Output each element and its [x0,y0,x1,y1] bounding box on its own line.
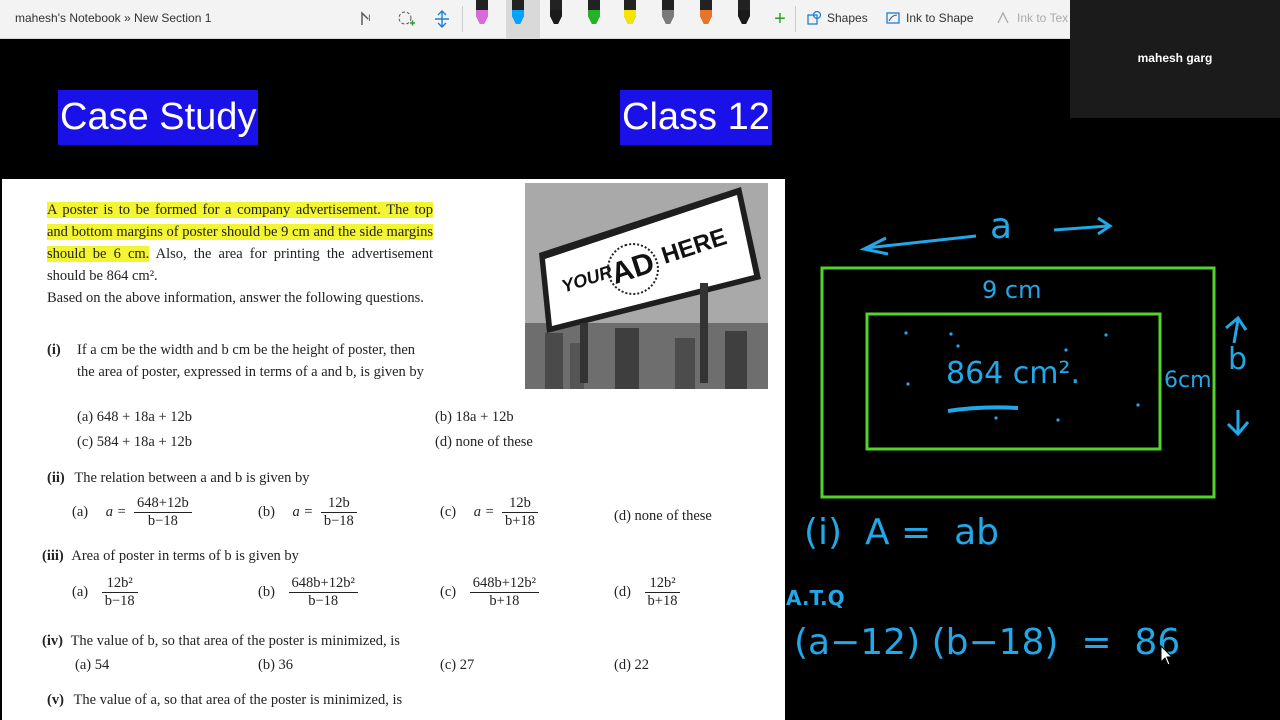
q2-c-lhs: a = [473,503,495,520]
ink-to-shape-label: Ink to Shape [906,11,974,25]
ink-to-text-label: Ink to Tex [1017,11,1069,25]
question-3: (iii) Area of poster in terms of b is gi… [42,545,299,567]
ink-line-1: (i) A = ab [804,512,1000,553]
question-4: (iv) The value of b, so that area of the… [42,630,400,652]
q4-option-c: (c) 27 [440,657,475,673]
question-page: A poster is to be formed for a company a… [2,179,785,720]
q3-a-denominator: b−18 [104,593,135,609]
pen-tool-5[interactable] [624,0,636,24]
svg-text:I: I [368,14,371,24]
q1-text: If a cm be the width and b cm be the hei… [77,342,424,380]
shapes-label: Shapes [827,11,868,25]
q2-c-numerator: 12b [502,495,538,513]
q1-option-c: (c) 584 + 18a + 12b [77,434,193,450]
ink-top-margin: 9 cm [982,276,1042,304]
q2-option-a: (a) a = 648+12b b−18 [72,495,192,530]
ink-a-label: a [990,206,1013,247]
problem-statement: A poster is to be formed for a company a… [47,199,433,287]
breadcrumb[interactable]: mahesh's Notebook » New Section 1 [15,11,211,25]
lasso-add-icon[interactable] [394,6,418,32]
q5-text: The value of a, so that area of the post… [73,692,403,708]
q2-option-b: (b) a = 12b b−18 [258,495,357,530]
shapes-icon [807,10,822,25]
ink-to-text-button[interactable]: Ink to Tex [996,10,1068,26]
q4-option-a: (a) 54 [75,657,110,673]
q2-a-numerator: 648+12b [134,495,192,513]
billboard-image: YOUR AD HERE [525,183,768,389]
ink-atq: A.T.Q [786,586,845,610]
ink-area: 864 cm². [946,356,1081,391]
pen-tool-6[interactable] [662,0,674,24]
q3-option-a: (a) 12b² b−18 [72,575,138,610]
ink-to-text-icon [997,11,1009,24]
pen-tool-3[interactable] [550,0,562,24]
q3-b-numerator: 648b+12b² [288,575,358,593]
q4-option-d: (d) 22 [614,657,650,673]
q1-number: (i) [47,342,61,358]
q2-b-numerator: 12b [320,495,357,513]
question-2: (ii) The relation between a and b is giv… [47,467,310,489]
q3-number: (iii) [42,548,64,564]
q3-d-denominator: b+18 [647,593,678,609]
q2-a-label: (a) [72,503,89,520]
pen-tool-4[interactable] [588,0,600,24]
ink-canvas[interactable]: a 9 cm 864 cm². 6cm b (i) A = ab A.T.Q (… [786,118,1280,720]
mouse-cursor-icon [1160,644,1174,672]
shapes-button[interactable]: Shapes [806,10,868,26]
q2-a-denominator: b−18 [147,513,178,529]
lasso-select-icon[interactable]: I [356,6,380,32]
q2-b-lhs: a = [292,503,314,520]
ink-to-shape-icon [886,12,900,24]
q3-c-denominator: b+18 [489,593,520,609]
q1-option-b: (b) 18a + 12b [435,409,514,425]
q3-c-numerator: 648b+12b² [469,575,539,593]
class-title: Class 12 [620,90,772,145]
pen-tool-7[interactable] [700,0,712,24]
q3-text: Area of poster in terms of b is given by [71,548,299,564]
q1-option-a: (a) 648 + 18a + 12b [77,409,193,425]
q3-option-c: (c) 648b+12b² b+18 [440,575,539,610]
ink-line-2: (a−12) (b−18) = 86 [794,622,1181,663]
pen-tool-8[interactable] [738,0,750,24]
q4-number: (iv) [42,633,63,649]
q4-text: The value of b, so that area of the post… [70,633,400,649]
q3-d-numerator: 12b² [644,575,681,593]
q3-b-denominator: b−18 [308,593,339,609]
add-space-icon[interactable] [430,6,454,32]
q5-number: (v) [47,692,64,708]
ink-side-margin: 6cm [1164,368,1212,393]
q1-option-d: (d) none of these [435,434,533,450]
q2-text: The relation between a and b is given by [74,470,310,486]
instruction-text: Based on the above information, answer t… [47,290,424,306]
question-5: (v) The value of a, so that area of the … [47,689,402,711]
q2-b-label: (b) [258,503,275,520]
q4-option-b: (b) 36 [258,657,294,673]
q3-option-d: (d) 12b² b+18 [614,575,681,610]
q3-b-label: (b) [258,583,275,600]
q3-a-label: (a) [72,583,89,600]
q2-b-denominator: b−18 [323,513,354,529]
q2-c-denominator: b+18 [505,513,535,529]
q2-c-label: (c) [440,503,457,520]
q2-option-d: (d) none of these [614,508,712,524]
participant-panel: mahesh garg [1070,0,1280,118]
q3-d-label: (d) [614,583,631,600]
pen-tool-1[interactable] [476,0,488,24]
ink-to-shape-button[interactable]: Ink to Shape [885,10,973,26]
ribbon-toolbar: mahesh's Notebook » New Section 1 I + Sh… [0,0,1070,39]
case-study-title: Case Study [58,90,259,145]
add-pen-icon[interactable]: + [768,6,792,32]
ink-b-label: b [1228,342,1248,377]
q3-option-b: (b) 648b+12b² b−18 [258,575,358,610]
pen-tool-2[interactable] [506,0,540,38]
q3-a-numerator: 12b² [101,575,138,593]
participant-name: mahesh garg [1137,51,1213,65]
q2-a-lhs: a = [105,503,127,520]
q3-c-label: (c) [440,583,457,600]
pen-palette [476,0,750,38]
q2-number: (ii) [47,470,65,486]
q2-option-c: (c) a = 12b b+18 [440,495,538,530]
